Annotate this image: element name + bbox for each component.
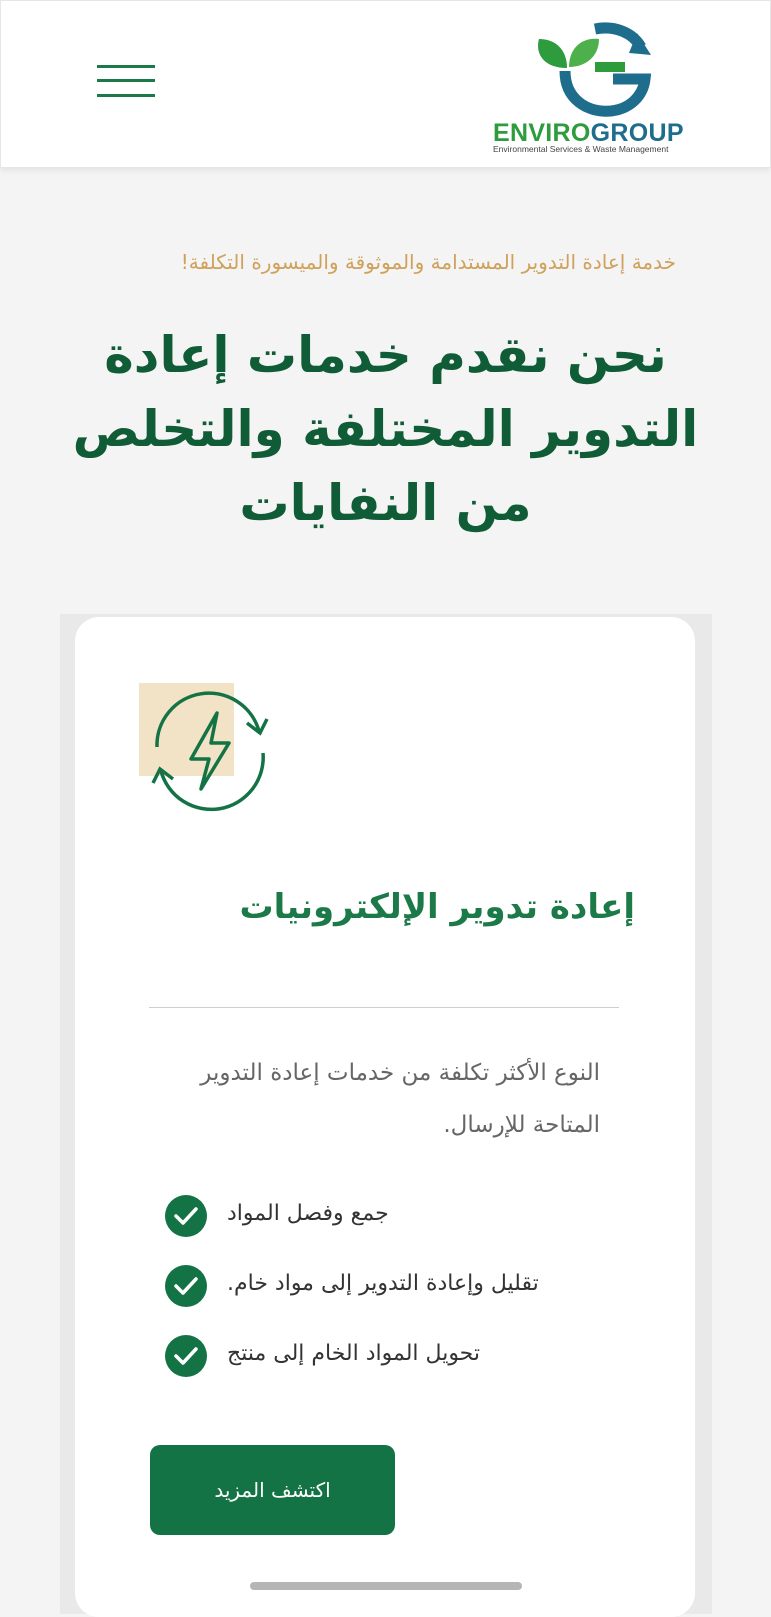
card-description: النوع الأكثر تكلفة من خدمات إعادة التدوي… xyxy=(200,1060,600,1138)
hamburger-menu-icon[interactable] xyxy=(97,63,157,101)
discover-more-button[interactable]: اكتشف المزيد xyxy=(150,1445,395,1535)
feature-text: تقليل وإعادة التدوير إلى مواد خام. xyxy=(227,1271,539,1296)
feature-item: تحويل المواد الخام إلى منتج xyxy=(165,1335,585,1405)
feature-text: تحويل المواد الخام إلى منتج xyxy=(227,1341,481,1366)
check-circle-icon xyxy=(165,1335,207,1377)
electronics-recycling-icon xyxy=(139,683,279,823)
logo-mark-icon xyxy=(538,22,652,117)
logo-subtitle: Environmental Services & Waste Managemen… xyxy=(493,144,669,154)
menu-line xyxy=(97,79,155,82)
feature-list: جمع وفصل المواد تقليل وإعادة التدوير إلى… xyxy=(165,1195,585,1405)
envirogroup-logo[interactable]: ENVIROGROUP Environmental Services & Was… xyxy=(489,19,699,159)
service-card: إعادة تدوير الإلكترونيات النوع الأكثر تك… xyxy=(75,617,695,1617)
feature-item: تقليل وإعادة التدوير إلى مواد خام. xyxy=(165,1265,585,1335)
card-title: إعادة تدوير الإلكترونيات xyxy=(239,887,635,927)
card-divider xyxy=(149,1007,619,1008)
menu-line xyxy=(97,94,155,97)
hero-headline: نحن نقدم خدمات إعادة التدوير المختلفة وا… xyxy=(72,326,699,532)
logo-brand-part2: GROUP xyxy=(590,119,684,147)
logo-brand-part1: ENVIRO xyxy=(493,119,591,147)
feature-text: جمع وفصل المواد xyxy=(227,1201,389,1226)
check-circle-icon xyxy=(165,1195,207,1237)
site-header: ENVIROGROUP Environmental Services & Was… xyxy=(0,0,771,168)
hero-tagline: خدمة إعادة التدوير المستدامة والموثوقة و… xyxy=(180,250,676,274)
home-indicator[interactable] xyxy=(250,1582,522,1590)
recycle-bolt-icon xyxy=(151,691,269,812)
check-circle-icon xyxy=(165,1265,207,1307)
menu-line xyxy=(97,65,155,68)
feature-item: جمع وفصل المواد xyxy=(165,1195,585,1265)
